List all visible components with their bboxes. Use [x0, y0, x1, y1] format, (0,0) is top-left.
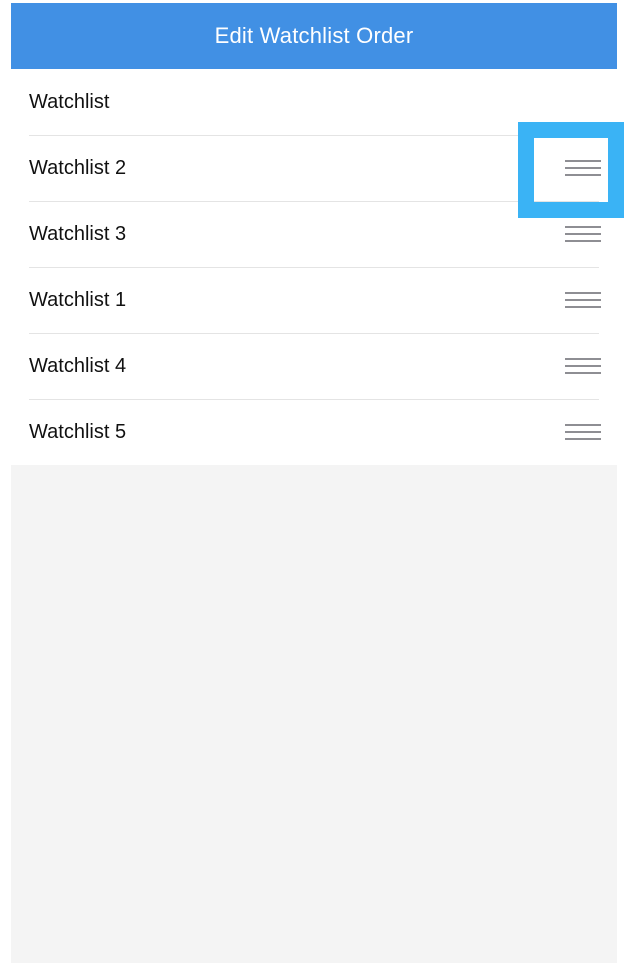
list-item-watchlist[interactable]: Watchlist: [11, 69, 617, 135]
drag-handle-icon[interactable]: [565, 354, 601, 378]
drag-handle-icon[interactable]: [565, 156, 601, 180]
list-item-label: Watchlist: [29, 90, 110, 113]
list-item-label: Watchlist 5: [29, 420, 127, 443]
list-item-watchlist-3[interactable]: Watchlist 3: [11, 201, 617, 267]
list-item-label: Watchlist 2: [29, 156, 127, 179]
list-item-label: Watchlist 1: [29, 288, 127, 311]
drag-handle-icon[interactable]: [565, 288, 601, 312]
list-item-watchlist-4[interactable]: Watchlist 4: [11, 333, 617, 399]
edit-watchlist-screen: Edit Watchlist Order Watchlist Watchlist…: [11, 3, 617, 963]
list-item-label: Watchlist 4: [29, 354, 127, 377]
list-item-watchlist-5[interactable]: Watchlist 5: [11, 399, 617, 465]
watchlist-list: Watchlist Watchlist 2 Watchlist 3 Watchl…: [11, 69, 617, 465]
page-title: Edit Watchlist Order: [214, 23, 414, 48]
nav-header: Edit Watchlist Order: [11, 3, 617, 69]
list-item-watchlist-2[interactable]: Watchlist 2: [11, 135, 617, 201]
list-item-label: Watchlist 3: [29, 222, 127, 245]
drag-handle-icon[interactable]: [565, 420, 601, 444]
drag-handle-icon[interactable]: [565, 222, 601, 246]
list-item-watchlist-1[interactable]: Watchlist 1: [11, 267, 617, 333]
